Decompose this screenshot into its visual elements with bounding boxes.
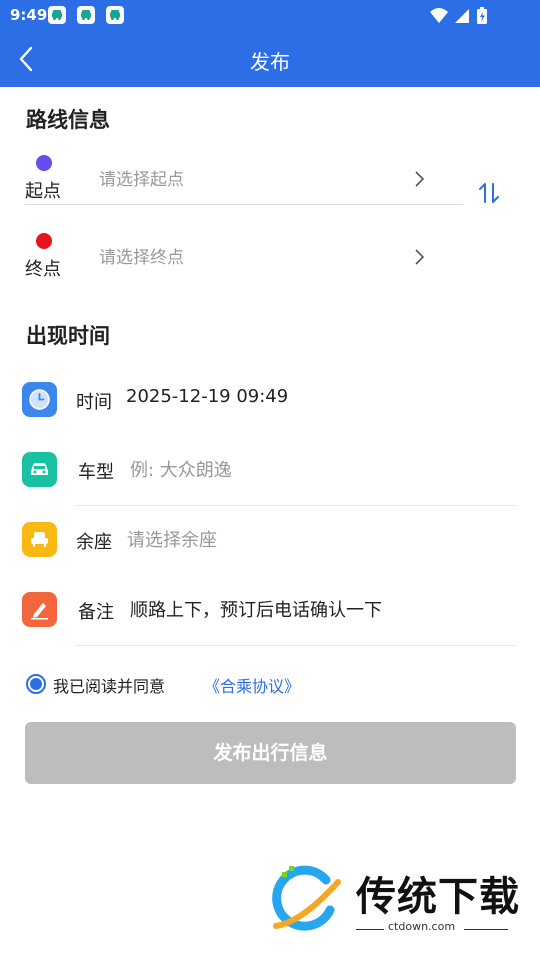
start-dot-icon bbox=[36, 155, 52, 171]
notification-icon bbox=[48, 6, 66, 24]
divider bbox=[75, 505, 516, 506]
start-point-selector[interactable]: 起点 请选择起点 bbox=[25, 155, 463, 215]
notification-icon bbox=[77, 6, 95, 24]
end-dot-icon bbox=[36, 233, 52, 249]
chevron-right-icon bbox=[415, 249, 425, 265]
swap-icon bbox=[479, 183, 499, 203]
swap-route-button[interactable] bbox=[478, 181, 500, 205]
status-bar: 9:49 bbox=[0, 0, 540, 30]
end-point-selector[interactable]: 终点 请选择终点 bbox=[25, 233, 463, 293]
pencil-icon bbox=[22, 592, 57, 627]
publish-button[interactable]: 发布出行信息 bbox=[25, 722, 516, 784]
start-label: 起点 bbox=[25, 181, 61, 202]
wifi-icon bbox=[430, 8, 448, 23]
notification-icon bbox=[106, 6, 124, 24]
chevron-right-icon bbox=[415, 171, 425, 187]
seats-selector[interactable]: 请选择余座 bbox=[127, 526, 217, 552]
time-label: 时间 bbox=[76, 392, 112, 413]
divider bbox=[356, 929, 384, 930]
clock-icon bbox=[22, 382, 57, 417]
car-model-label: 车型 bbox=[78, 462, 114, 483]
remarks-row[interactable]: 备注 顺路上下，预订后电话确认一下 bbox=[22, 592, 516, 652]
divider bbox=[25, 204, 463, 205]
signal-icon bbox=[455, 9, 469, 23]
page-title: 发布 bbox=[250, 50, 290, 74]
status-icons bbox=[428, 6, 510, 30]
route-section-title: 路线信息 bbox=[26, 108, 110, 132]
start-placeholder: 请选择起点 bbox=[99, 170, 184, 190]
watermark: 传统下载 ctdown.com bbox=[268, 862, 520, 940]
watermark-text: 传统下载 bbox=[356, 874, 520, 920]
remarks-input[interactable]: 顺路上下，预订后电话确认一下 bbox=[130, 596, 382, 622]
seats-row[interactable]: 余座 请选择余座 bbox=[22, 522, 516, 582]
divider bbox=[464, 929, 508, 930]
agreement-checkbox[interactable] bbox=[26, 674, 46, 694]
divider bbox=[75, 645, 516, 646]
end-placeholder: 请选择终点 bbox=[99, 248, 184, 268]
car-icon bbox=[22, 452, 57, 487]
status-time: 9:49 bbox=[10, 6, 48, 24]
seats-label: 余座 bbox=[76, 532, 112, 553]
time-value: 2025-12-19 09:49 bbox=[126, 386, 289, 407]
seat-icon bbox=[22, 522, 57, 557]
app-bar: 发布 bbox=[0, 30, 540, 87]
car-model-input[interactable]: 例: 大众朗逸 bbox=[130, 456, 232, 482]
watermark-url: ctdown.com bbox=[388, 920, 456, 933]
car-model-row[interactable]: 车型 例: 大众朗逸 bbox=[22, 452, 516, 512]
remarks-label: 备注 bbox=[78, 602, 114, 623]
end-label: 终点 bbox=[25, 259, 61, 280]
watermark-logo bbox=[272, 865, 341, 931]
agreement-link[interactable]: 《合乘协议》 bbox=[204, 673, 300, 697]
time-section-title: 出现时间 bbox=[26, 324, 110, 348]
time-row[interactable]: 时间 2025-12-19 09:49 bbox=[22, 382, 516, 442]
agreement-text: 我已阅读并同意 bbox=[53, 677, 166, 696]
